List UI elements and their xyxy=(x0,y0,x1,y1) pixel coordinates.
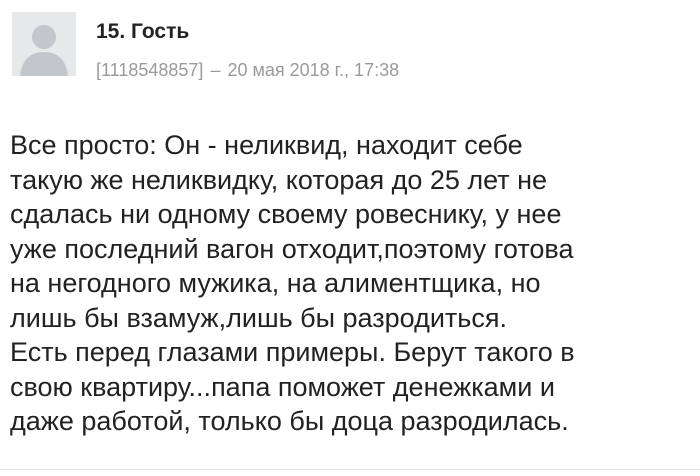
comment-meta: [1118548857] – 20 мая 2018 г., 17:38 xyxy=(96,60,399,81)
comment-text-line: даже работой, только бы доца разродилась… xyxy=(10,406,569,436)
comment-text: Все просто: Он - неликвид, находит себе … xyxy=(10,128,690,439)
comment-text-line: лишь бы взамуж,лишь бы разродиться. xyxy=(10,302,507,333)
comment-text-line: Все просто: Он - неликвид, находит себе xyxy=(10,130,523,160)
comment-text-line: свою квартиру...папа поможет денежками и xyxy=(10,371,555,402)
avatar[interactable] xyxy=(12,12,76,76)
author-name[interactable]: 15. Гость xyxy=(96,20,189,44)
comment-divider xyxy=(0,469,700,470)
comment-text-line: сдалась ни одному своему ровеснику, у не… xyxy=(10,199,562,229)
default-user-avatar-icon xyxy=(12,12,76,76)
comment-text-line: такую же неликвидку, которая до 25 лет н… xyxy=(10,164,548,195)
comment-text-line: уже последний вагон отходит,поэтому гото… xyxy=(10,233,574,264)
meta-separator: – xyxy=(210,60,221,80)
comment-card: 15. Гость [1118548857] – 20 мая 2018 г.,… xyxy=(0,0,700,476)
user-id: [1118548857] xyxy=(96,60,204,80)
comment-text-line: на негодного мужика, на алиментщика, но xyxy=(10,268,541,298)
comment-date: 20 мая 2018 г., 17:38 xyxy=(227,60,400,80)
comment-text-line: Есть перед глазами примеры. Берут такого… xyxy=(10,337,575,367)
